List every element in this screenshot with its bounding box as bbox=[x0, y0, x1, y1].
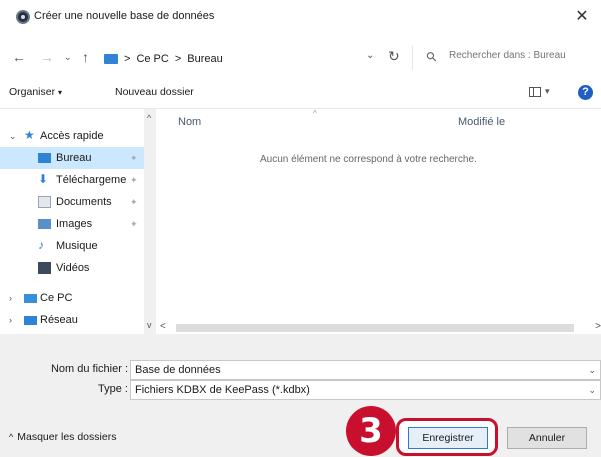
sidebar-item-label: Documents bbox=[56, 196, 112, 208]
column-header-modified[interactable]: Modifié le bbox=[458, 116, 505, 128]
network-icon bbox=[24, 316, 37, 325]
sidebar-scrollbar[interactable] bbox=[144, 109, 156, 334]
sort-caret-icon: ^ bbox=[313, 109, 317, 118]
forward-arrow-icon[interactable]: → bbox=[40, 49, 54, 65]
images-icon bbox=[38, 219, 51, 229]
scroll-right-icon[interactable]: > bbox=[595, 321, 601, 332]
sidebar-item-label: Accès rapide bbox=[40, 130, 104, 142]
breadcrumb-desktop[interactable]: Bureau bbox=[187, 53, 222, 65]
sidebar-item-label: Téléchargeme bbox=[56, 174, 127, 186]
expand-chevron-icon[interactable]: ⌄ bbox=[9, 131, 17, 142]
pin-icon[interactable]: ✦ bbox=[130, 197, 138, 208]
column-header-name[interactable]: Nom bbox=[178, 116, 201, 128]
scroll-left-icon[interactable]: < bbox=[160, 321, 166, 332]
sidebar-item-label: Vidéos bbox=[56, 262, 90, 274]
hide-folders-toggle[interactable]: ^ Masquer les dossiers bbox=[9, 431, 116, 443]
navigation-pane: ⌄ ★ Accès rapide Bureau ✦ ⬇ Téléchargeme… bbox=[0, 109, 144, 334]
recent-chevron-icon[interactable]: ⌄ bbox=[64, 52, 72, 63]
up-arrow-icon[interactable]: ↑ bbox=[82, 49, 89, 65]
sidebar-item-music[interactable]: ♪ Musique bbox=[0, 235, 144, 257]
sidebar-item-label: Bureau bbox=[56, 152, 92, 164]
organize-label: Organiser bbox=[9, 86, 56, 98]
sidebar-item-downloads[interactable]: ⬇ Téléchargeme ✦ bbox=[0, 169, 144, 191]
sidebar-item-label: Ce PC bbox=[40, 292, 73, 304]
cancel-button[interactable]: Annuler bbox=[507, 427, 587, 449]
file-list[interactable]: Nom Modifié le bbox=[156, 109, 601, 322]
navigation-bar: ← → ⌄ ↑ > Ce PC > Bureau ⌄ ↻ ⚲ bbox=[0, 40, 601, 74]
computer-icon bbox=[24, 294, 37, 303]
sidebar-item-desktop[interactable]: Bureau ✦ bbox=[0, 147, 144, 169]
expand-chevron-icon[interactable]: › bbox=[9, 293, 12, 303]
breadcrumb-this-pc[interactable]: Ce PC bbox=[136, 53, 168, 65]
documents-icon bbox=[38, 196, 51, 208]
back-arrow-icon[interactable]: ← bbox=[12, 49, 26, 65]
breadcrumb-separator: > bbox=[174, 53, 182, 65]
sidebar-item-this-pc[interactable]: › Ce PC bbox=[0, 287, 144, 309]
empty-message: Aucun élément ne correspond à votre rech… bbox=[260, 154, 477, 165]
filename-label: Nom du fichier : bbox=[50, 363, 128, 375]
chevron-up-icon: ^ bbox=[9, 432, 14, 442]
sidebar-item-label: Musique bbox=[56, 240, 98, 252]
file-type-value: Fichiers KDBX de KeePass (*.kdbx) bbox=[135, 384, 310, 396]
sidebar-item-network[interactable]: › Réseau bbox=[0, 309, 144, 331]
videos-icon bbox=[38, 262, 51, 274]
type-label: Type : bbox=[98, 383, 128, 395]
chevron-down-icon[interactable]: ⌄ bbox=[588, 381, 596, 399]
scroll-up-icon[interactable]: ^ bbox=[147, 113, 151, 123]
file-type-select[interactable]: Fichiers KDBX de KeePass (*.kdbx) ⌄ bbox=[130, 380, 601, 400]
title-bar: Créer une nouvelle base de données ✕ bbox=[0, 0, 601, 34]
new-folder-button[interactable]: Nouveau dossier bbox=[115, 86, 194, 98]
sidebar-item-quick-access[interactable]: ⌄ ★ Accès rapide bbox=[0, 125, 144, 147]
pin-icon[interactable]: ✦ bbox=[130, 219, 138, 230]
hide-folders-label: Masquer les dossiers bbox=[17, 431, 117, 443]
horizontal-scrollbar[interactable]: < > bbox=[156, 321, 601, 334]
download-icon: ⬇ bbox=[38, 172, 49, 186]
filename-field[interactable]: Base de données ⌄ bbox=[130, 360, 601, 380]
breadcrumb-separator: > bbox=[124, 53, 131, 65]
search-icon: ⚲ bbox=[422, 47, 441, 66]
desktop-folder-icon bbox=[104, 54, 118, 64]
sidebar-item-documents[interactable]: Documents ✦ bbox=[0, 191, 144, 213]
pin-icon[interactable]: ✦ bbox=[130, 175, 138, 186]
window-title: Créer une nouvelle base de données bbox=[34, 10, 215, 22]
save-button-highlight: Enregistrer bbox=[396, 418, 498, 456]
address-bar[interactable]: > Ce PC > Bureau bbox=[104, 48, 364, 70]
expand-chevron-icon[interactable]: › bbox=[9, 315, 12, 325]
scroll-down-icon[interactable]: v bbox=[147, 320, 152, 330]
help-icon[interactable]: ? bbox=[578, 85, 593, 100]
desktop-folder-icon bbox=[38, 153, 51, 163]
filename-value: Base de données bbox=[135, 364, 221, 376]
search-input[interactable] bbox=[449, 50, 589, 61]
app-icon bbox=[16, 10, 30, 24]
pin-icon[interactable]: ✦ bbox=[130, 153, 138, 164]
sidebar-item-videos[interactable]: Vidéos bbox=[0, 257, 144, 279]
sidebar-item-images[interactable]: Images ✦ bbox=[0, 213, 144, 235]
address-dropdown-icon[interactable]: ⌄ bbox=[366, 50, 374, 61]
refresh-icon[interactable]: ↻ bbox=[388, 48, 400, 65]
view-dropdown-icon[interactable]: ▾ bbox=[545, 86, 550, 97]
scrollbar-thumb[interactable] bbox=[176, 324, 574, 332]
organize-menu[interactable]: Organiser ▾ bbox=[9, 86, 62, 98]
chevron-down-icon[interactable]: ⌄ bbox=[588, 361, 596, 379]
sidebar-item-label: Réseau bbox=[40, 314, 78, 326]
view-icon[interactable] bbox=[529, 87, 541, 97]
save-button[interactable]: Enregistrer bbox=[408, 427, 488, 449]
sidebar-item-label: Images bbox=[56, 218, 93, 230]
search-box[interactable]: ⚲ bbox=[412, 46, 592, 70]
close-icon[interactable]: ✕ bbox=[571, 6, 593, 28]
music-icon: ♪ bbox=[38, 238, 44, 252]
toolbar: Organiser ▾ Nouveau dossier ▾ ? bbox=[0, 80, 601, 106]
star-icon: ★ bbox=[24, 128, 35, 142]
step-badge: 3 bbox=[346, 406, 396, 456]
